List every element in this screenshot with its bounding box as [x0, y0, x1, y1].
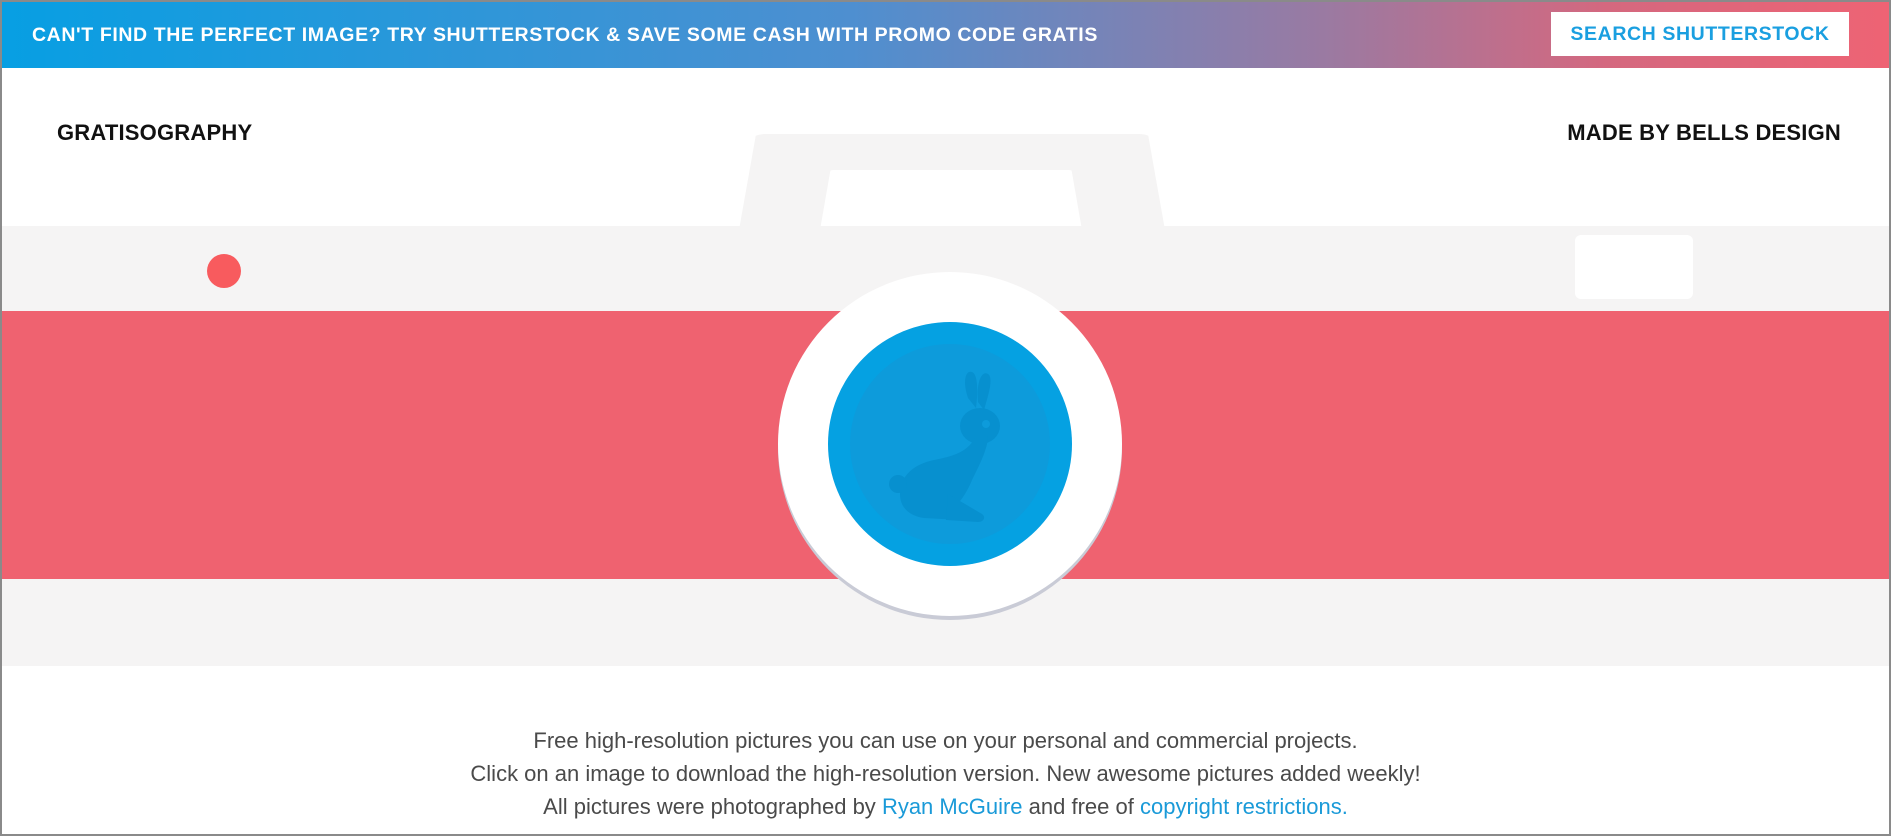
camera-illustration	[2, 102, 1889, 667]
rabbit-icon	[850, 344, 1050, 544]
photographer-link[interactable]: Ryan McGuire	[882, 794, 1023, 819]
page-frame: CAN'T FIND THE PERFECT IMAGE? TRY SHUTTE…	[0, 0, 1891, 836]
camera-led	[207, 254, 241, 288]
intro-line-3-middle: and free of	[1028, 794, 1134, 819]
copyright-link[interactable]: copyright restrictions.	[1140, 794, 1348, 819]
promo-text: CAN'T FIND THE PERFECT IMAGE? TRY SHUTTE…	[32, 24, 1098, 46]
intro-line-3: All pictures were photographed by Ryan M…	[2, 790, 1889, 823]
promo-banner: CAN'T FIND THE PERFECT IMAGE? TRY SHUTTE…	[2, 2, 1889, 68]
intro-text: Free high-resolution pictures you can us…	[2, 724, 1889, 823]
camera-top-window	[820, 170, 1082, 230]
search-shutterstock-button[interactable]: SEARCH SHUTTERSTOCK	[1551, 12, 1849, 56]
intro-line-1: Free high-resolution pictures you can us…	[533, 728, 1358, 753]
intro-line-3-start: All pictures were photographed by	[543, 794, 876, 819]
intro-line-2: Click on an image to download the high-r…	[470, 761, 1421, 786]
camera-flash	[1575, 235, 1693, 299]
